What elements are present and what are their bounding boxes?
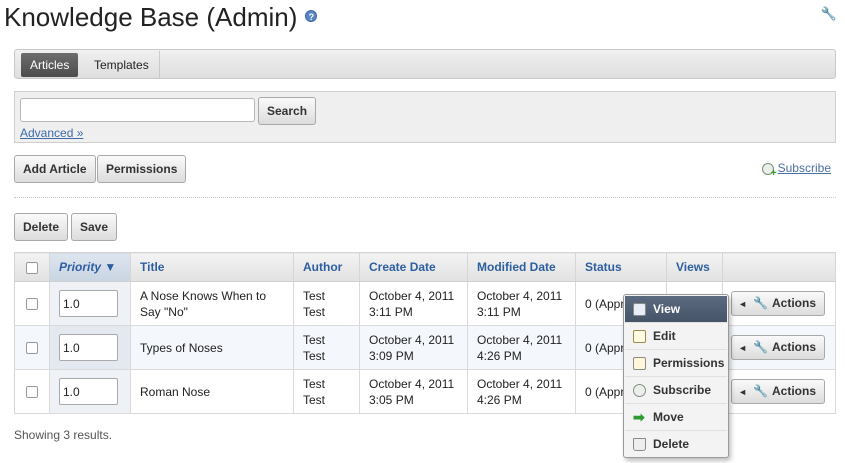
author-column-header[interactable]: Author [293, 252, 360, 282]
permissions-icon [633, 357, 646, 370]
row-select-cell [14, 369, 50, 414]
actions-context-menu: View Edit Permissions Subscribe ➡ Move De… [623, 294, 729, 458]
table-header-row: Priority ▼ Title Author Create Date Modi… [14, 252, 836, 282]
actions-column-header [722, 252, 836, 282]
views-column-header[interactable]: Views [666, 252, 723, 282]
tab-articles[interactable]: Articles [21, 53, 79, 77]
delete-button[interactable]: Delete [14, 213, 69, 241]
menu-item-edit[interactable]: Edit [625, 323, 727, 350]
subscribe-icon [761, 162, 777, 179]
advanced-search-link[interactable]: Advanced » [20, 126, 83, 140]
actions-label: Actions [771, 340, 816, 354]
title-column-header[interactable]: Title [130, 252, 294, 282]
modified-date-column-header[interactable]: Modified Date [467, 252, 576, 282]
priority-input[interactable] [59, 290, 118, 317]
wrench-icon: 🔧 [753, 296, 768, 310]
menu-item-delete[interactable]: Delete [625, 431, 727, 458]
wrench-icon[interactable]: 🔧 [821, 6, 837, 22]
add-article-button[interactable]: Add Article [14, 155, 96, 183]
menu-item-label: Edit [653, 329, 676, 343]
actions-label: Actions [771, 296, 816, 310]
search-input[interactable] [20, 98, 255, 122]
subscribe-icon [633, 384, 646, 397]
priority-cell [49, 281, 131, 326]
modified-date-cell: October 4, 2011 4:26 PM [467, 369, 576, 414]
row-select-cell [14, 325, 50, 370]
status-text: 0 (Approved) [585, 340, 625, 355]
menu-item-label: Delete [653, 437, 690, 451]
wrench-icon: 🔧 [753, 340, 768, 354]
save-button[interactable]: Save [71, 213, 118, 241]
priority-cell [49, 325, 131, 370]
create-date-cell: October 4, 2011 3:11 PM [359, 281, 468, 326]
select-all-checkbox[interactable] [26, 261, 38, 274]
select-all-header [14, 252, 50, 282]
status-text: 0 (Approved) [585, 384, 625, 399]
actions-label: Actions [771, 384, 816, 398]
menu-item-subscribe[interactable]: Subscribe [625, 377, 727, 404]
status-column-header[interactable]: Status [575, 252, 667, 282]
page-title: Knowledge Base (Admin)? [4, 2, 318, 33]
tab-bar: Articles Templates [14, 49, 836, 79]
menu-item-view[interactable]: View [625, 296, 727, 323]
priority-cell [49, 369, 131, 414]
results-count: Showing 3 results. [14, 428, 113, 442]
trash-icon [633, 438, 646, 451]
modified-date-cell: October 4, 2011 3:11 PM [467, 281, 576, 326]
caret-left-icon: ◄ [738, 343, 748, 353]
create-date-cell: October 4, 2011 3:05 PM [359, 369, 468, 414]
title-cell[interactable]: A Nose Knows When to Say "No" [130, 281, 294, 326]
menu-item-label: Subscribe [653, 383, 712, 397]
priority-input[interactable] [59, 378, 118, 405]
permissions-button[interactable]: Permissions [97, 155, 187, 183]
status-text: 0 (Approved) [585, 296, 625, 311]
row-checkbox[interactable] [26, 342, 38, 355]
search-button[interactable]: Search [258, 97, 317, 125]
menu-item-label: Permissions [653, 356, 725, 370]
menu-item-permissions[interactable]: Permissions [625, 350, 727, 377]
divider [14, 197, 836, 198]
actions-button[interactable]: ◄ 🔧 Actions [731, 379, 825, 404]
title-cell[interactable]: Types of Noses [130, 325, 294, 370]
actions-cell: ◄ 🔧 Actions [722, 281, 836, 326]
create-date-column-header[interactable]: Create Date [359, 252, 468, 282]
menu-item-move[interactable]: ➡ Move [625, 404, 727, 431]
subscribe-label: Subscribe [777, 161, 831, 175]
tab-templates[interactable]: Templates [84, 51, 160, 79]
caret-left-icon: ◄ [738, 387, 748, 397]
menu-item-label: View [653, 302, 681, 316]
modified-date-cell: October 4, 2011 4:26 PM [467, 325, 576, 370]
priority-input[interactable] [59, 334, 118, 361]
author-cell: Test Test [293, 325, 360, 370]
actions-button[interactable]: ◄ 🔧 Actions [731, 291, 825, 316]
actions-cell: ◄ 🔧 Actions [722, 369, 836, 414]
actions-cell: ◄ 🔧 Actions [722, 325, 836, 370]
subscribe-link[interactable]: Subscribe [761, 161, 831, 179]
priority-column-header[interactable]: Priority ▼ [49, 252, 131, 282]
page-title-text: Knowledge Base (Admin) [4, 2, 298, 32]
actions-button[interactable]: ◄ 🔧 Actions [731, 335, 825, 360]
view-icon [633, 303, 646, 316]
create-date-cell: October 4, 2011 3:09 PM [359, 325, 468, 370]
row-checkbox[interactable] [26, 386, 38, 399]
wrench-icon: 🔧 [753, 384, 768, 398]
author-cell: Test Test [293, 281, 360, 326]
row-checkbox[interactable] [26, 298, 38, 311]
author-cell: Test Test [293, 369, 360, 414]
title-cell[interactable]: Roman Nose [130, 369, 294, 414]
menu-item-label: Move [653, 410, 684, 424]
edit-icon [633, 330, 646, 343]
help-icon[interactable]: ? [305, 10, 318, 23]
caret-left-icon: ◄ [738, 299, 748, 309]
row-select-cell [14, 281, 50, 326]
move-arrow-icon: ➡ [633, 409, 645, 425]
search-panel: Search Advanced » [14, 91, 836, 143]
